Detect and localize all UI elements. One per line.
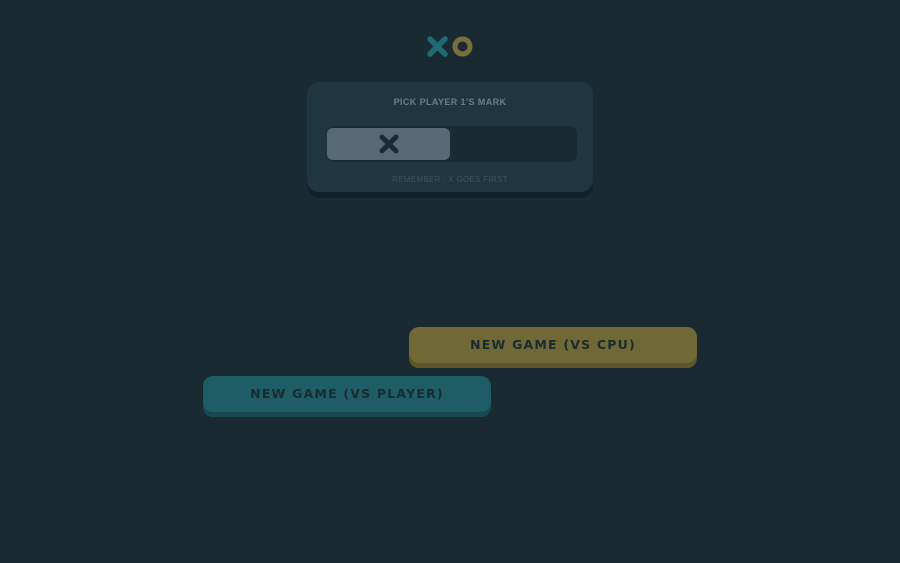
picker-title: PICK PLAYER 1'S MARK xyxy=(393,97,507,107)
x-mark-icon xyxy=(379,134,398,154)
new-game-vs-player-button[interactable]: NEW GAME (VS PLAYER) xyxy=(203,376,491,417)
mark-option-x[interactable] xyxy=(327,128,450,160)
mark-toggle xyxy=(327,126,577,162)
new-game-vs-cpu-button[interactable]: NEW GAME (VS CPU) xyxy=(409,327,697,368)
o-mark-icon xyxy=(452,36,473,56)
game-start-screen: PICK PLAYER 1'S MARK REMEMBER : X GOES F… xyxy=(0,0,900,563)
x-mark-icon xyxy=(427,35,448,57)
game-logo xyxy=(427,35,473,57)
picker-note: REMEMBER : X GOES FIRST xyxy=(392,175,508,184)
mark-option-o[interactable] xyxy=(454,128,577,160)
mark-picker-panel: PICK PLAYER 1'S MARK REMEMBER : X GOES F… xyxy=(307,82,593,198)
